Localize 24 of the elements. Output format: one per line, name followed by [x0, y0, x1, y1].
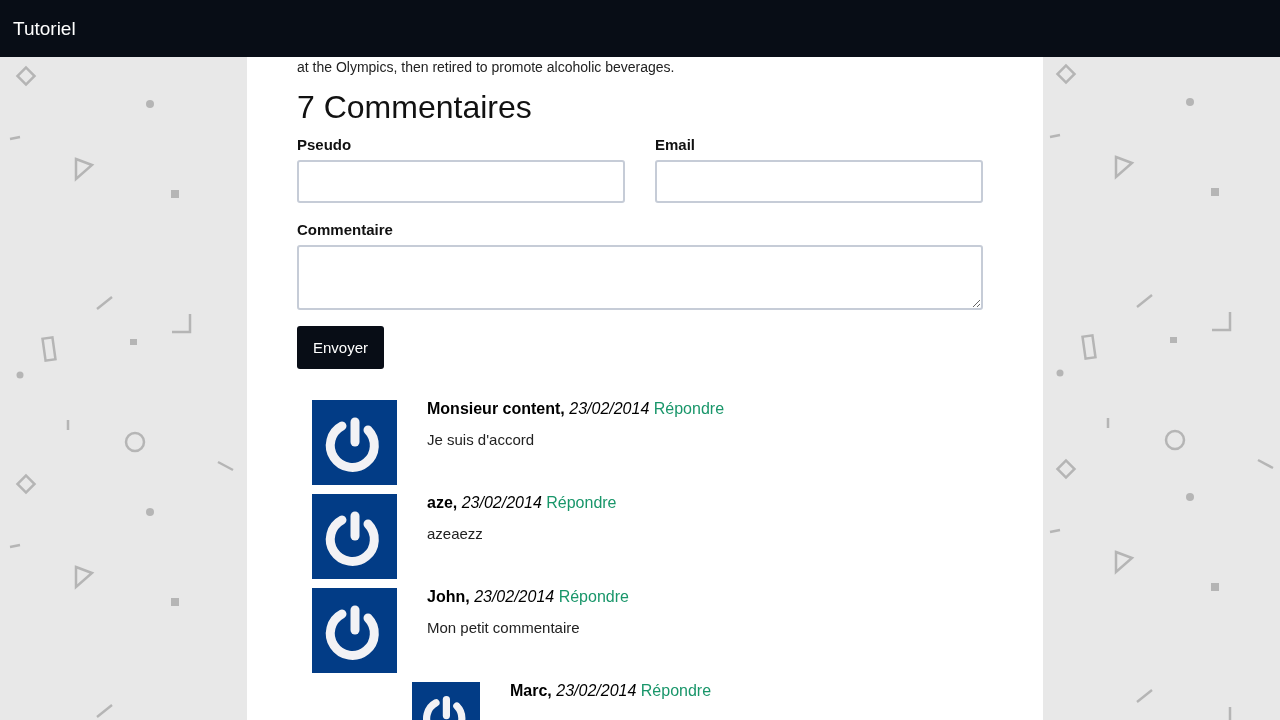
input-field[interactable]	[297, 160, 625, 203]
avatar-icon	[312, 588, 397, 673]
comment-meta: Monsieur content, 23/02/2014 Répondre	[427, 400, 725, 418]
textarea-field[interactable]	[297, 245, 983, 310]
comment-meta: John, 23/02/2014 Répondre	[427, 588, 629, 606]
field-label: Pseudo	[297, 136, 353, 153]
comment-meta: aze, 23/02/2014 Répondre	[427, 494, 617, 512]
comment-text: Mon petit commentaire	[427, 619, 581, 636]
site-title[interactable]: Tutoriel	[13, 17, 76, 40]
submit-button[interactable]: Envoyer	[297, 326, 385, 369]
comment-text: Je suis d'accord	[427, 431, 536, 448]
comment-meta: Marc, 23/02/2014 Répondre	[510, 682, 712, 700]
field-label: Email	[655, 136, 697, 153]
avatar-icon	[312, 400, 397, 485]
input-field[interactable]	[655, 160, 983, 203]
comment-text: azeaezz	[427, 525, 484, 542]
reply-link[interactable]: Répondre	[640, 682, 712, 699]
reply-link[interactable]: Répondre	[653, 400, 725, 417]
reply-link[interactable]: Répondre	[546, 494, 617, 511]
comments-heading: 7 Commentaires	[297, 89, 533, 126]
field-label: Commentaire	[297, 221, 394, 238]
avatar-icon	[312, 494, 397, 579]
reply-link[interactable]: Répondre	[558, 588, 629, 605]
article-text: at the Olympics, then retired to promote alcoholic beverages.	[297, 59, 676, 75]
